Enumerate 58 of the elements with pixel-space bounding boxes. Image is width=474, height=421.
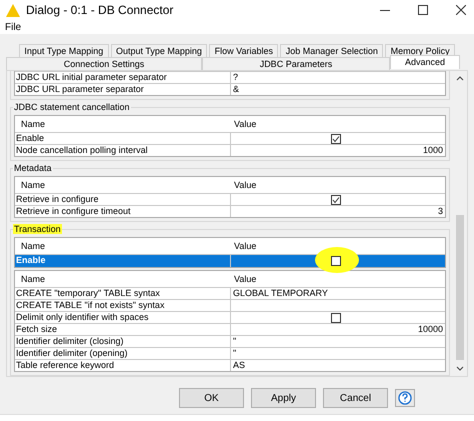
scroll-down-icon[interactable] <box>456 366 464 372</box>
checkbox[interactable] <box>331 312 341 322</box>
table-cell[interactable]: Enable <box>15 133 231 144</box>
column-header[interactable]: Value <box>232 180 445 190</box>
tab[interactable]: Connection Settings <box>6 57 202 70</box>
tab[interactable]: Output Type Mapping <box>110 44 208 57</box>
group-title: JDBC statement cancellation <box>13 102 131 112</box>
scroll-up-icon[interactable] <box>456 75 464 81</box>
dialog-button[interactable]: Apply <box>251 388 316 408</box>
table-cell: " <box>233 336 236 347</box>
dialog-button[interactable]: OK <box>179 388 244 408</box>
checkbox[interactable] <box>331 256 341 266</box>
tab[interactable]: JDBC Parameters <box>202 57 390 70</box>
group-title: Metadata <box>13 163 53 173</box>
warning-icon <box>6 4 20 17</box>
table-cell[interactable]: Table reference keyword <box>15 360 231 371</box>
column-header[interactable]: Value <box>232 274 445 284</box>
table-cell[interactable]: Node cancellation polling interval <box>15 145 231 156</box>
table-cell[interactable]: Identifier delimiter (opening) <box>15 348 231 359</box>
tab[interactable]: Advanced <box>390 55 460 69</box>
column-header[interactable]: Name <box>15 274 232 284</box>
column-header[interactable]: Value <box>232 119 445 129</box>
scroll-thumb[interactable] <box>456 215 464 360</box>
table-cell[interactable]: Retrieve in configure <box>15 194 231 205</box>
column-header[interactable]: Name <box>15 119 232 129</box>
table-cell: " <box>233 348 236 359</box>
close-icon[interactable] <box>456 5 466 16</box>
table-cell: & <box>233 84 240 95</box>
table-cell[interactable]: CREATE "temporary" TABLE syntax <box>15 288 231 299</box>
table-cell[interactable]: Enable <box>15 255 231 267</box>
checkbox[interactable] <box>331 134 341 144</box>
column-header[interactable]: Value <box>232 241 445 251</box>
table-cell: 3 <box>438 206 443 217</box>
tab[interactable]: Input Type Mapping <box>19 44 109 57</box>
table-cell[interactable]: Fetch size <box>15 324 231 335</box>
window-title: Dialog - 0:1 - DB Connector <box>26 3 174 18</box>
help-icon[interactable] <box>395 389 415 407</box>
column-header[interactable]: Name <box>15 241 232 251</box>
table-cell[interactable]: Delimit only identifier with spaces <box>15 312 231 323</box>
table-cell: ? <box>233 72 238 83</box>
menu-item[interactable]: File <box>5 22 22 33</box>
table-cell: 1000 <box>422 145 443 156</box>
table-cell: AS <box>233 360 246 371</box>
table-cell[interactable]: Retrieve in configure timeout <box>15 206 231 217</box>
table-cell[interactable]: CREATE TABLE "if not exists" syntax <box>15 300 231 311</box>
tab[interactable]: Job Manager Selection <box>280 44 384 57</box>
dialog-button[interactable]: Cancel <box>323 388 388 408</box>
scrollbar[interactable] <box>453 71 467 376</box>
column-header[interactable]: Name <box>15 180 232 190</box>
table-cell[interactable]: JDBC URL initial parameter separator <box>15 72 231 83</box>
group-title: Transaction <box>13 224 62 234</box>
table-cell: GLOBAL TEMPORARY <box>233 288 328 299</box>
table-cell[interactable]: Identifier delimiter (closing) <box>15 336 231 347</box>
table-cell: 10000 <box>418 324 443 335</box>
maximize-icon[interactable] <box>418 5 428 16</box>
tab[interactable]: Flow Variables <box>209 44 278 57</box>
table-cell[interactable]: JDBC URL parameter separator <box>15 84 231 95</box>
checkbox[interactable] <box>331 194 341 204</box>
